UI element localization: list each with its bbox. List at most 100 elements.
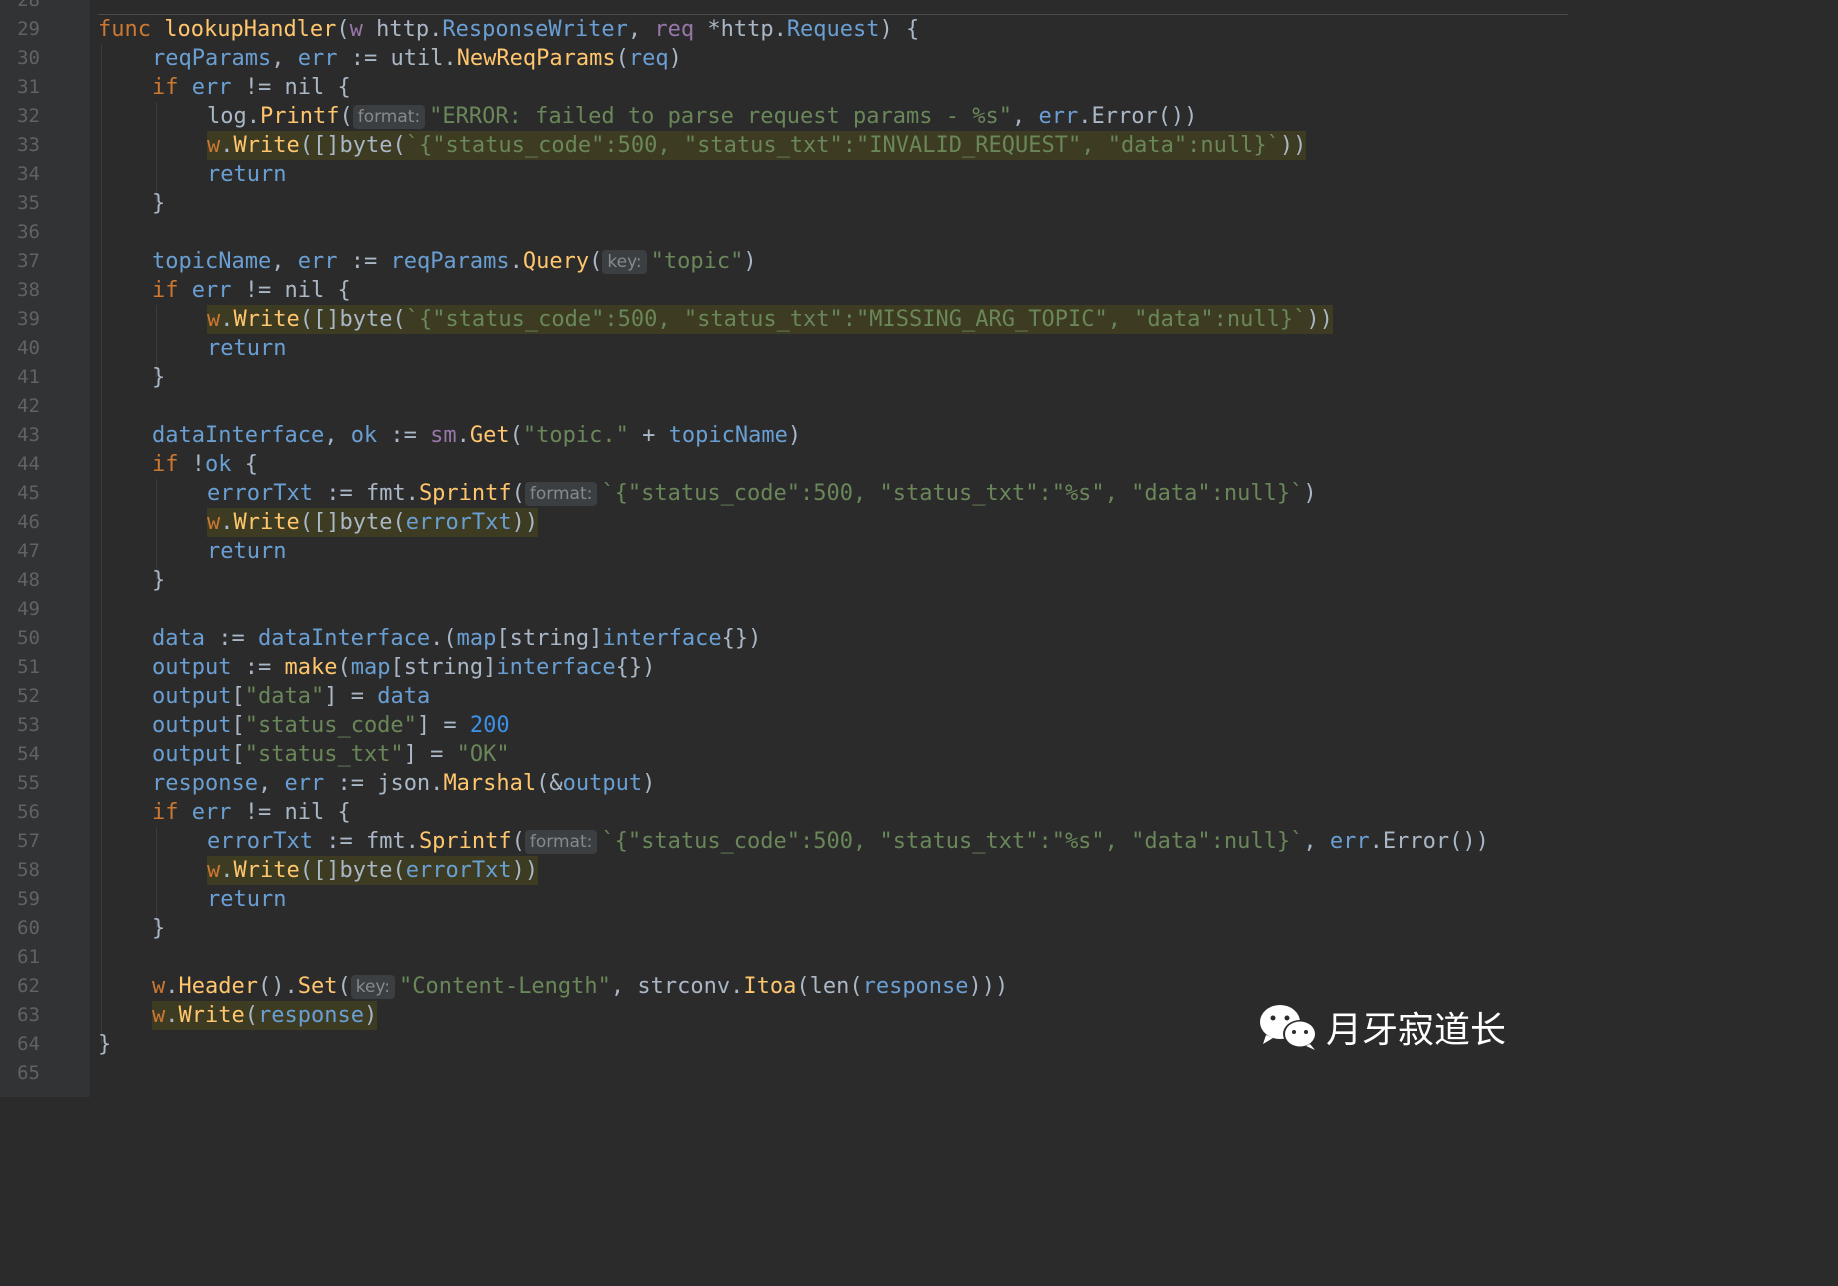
watermark: 月牙寂道长: [1258, 1000, 1506, 1054]
code-line-31[interactable]: if err != nil {: [152, 73, 351, 102]
operator: :=: [377, 423, 431, 448]
code-line-55[interactable]: response, err := json.Marshal(&output): [152, 769, 655, 798]
code-line-46[interactable]: w.Write([]byte(errorTxt)): [207, 508, 539, 537]
code-line-47[interactable]: return: [207, 537, 286, 566]
line-number: 30: [17, 47, 40, 69]
code-line-38[interactable]: if err != nil {: [152, 276, 351, 305]
code-line-29[interactable]: func lookupHandler(w http.ResponseWriter…: [98, 15, 919, 44]
string-literal: "status_code": [244, 713, 417, 738]
punct: }: [152, 191, 166, 216]
code-line-56[interactable]: if err != nil {: [152, 798, 351, 827]
code-line-60[interactable]: }: [152, 914, 165, 943]
code-line-39[interactable]: w.Write([]byte(`{"status_code":500, "sta…: [207, 305, 1333, 334]
line-number: 29: [17, 18, 40, 40]
operator: :=: [337, 249, 391, 274]
keyword: if: [152, 75, 179, 100]
operator: != nil {: [231, 278, 351, 303]
code-line-30[interactable]: reqParams, err := util.NewReqParams(req): [152, 44, 682, 73]
line-number: 60: [17, 917, 40, 939]
variable: errorTxt: [405, 510, 512, 535]
parameter-hint: key:: [350, 975, 395, 999]
punct: .: [220, 858, 234, 883]
line-number: 49: [17, 598, 40, 620]
punct: (: [336, 17, 350, 42]
variable: err: [191, 75, 232, 100]
line-number: 64: [17, 1033, 40, 1055]
code-line-51[interactable]: output := make(map[string]interface{}): [152, 653, 655, 682]
keyword: map: [350, 655, 391, 680]
punct: (: [509, 423, 523, 448]
package: := fmt.: [312, 481, 419, 506]
variable: w: [207, 307, 221, 332]
line-number: 36: [17, 221, 40, 243]
punct: ): [642, 771, 656, 796]
punct: [: [231, 713, 245, 738]
line-number: 55: [17, 772, 40, 794]
variable: errorTxt: [405, 858, 512, 883]
punct: .: [456, 423, 470, 448]
variable: w: [207, 510, 221, 535]
code-line-48[interactable]: }: [152, 566, 165, 595]
code-line-50[interactable]: data := dataInterface.(map[string]interf…: [152, 624, 761, 653]
variable: reqParams: [152, 46, 272, 71]
code-line-37[interactable]: topicName, err := reqParams.Query(key: "t…: [152, 247, 757, 276]
code-line-64[interactable]: }: [98, 1030, 111, 1059]
line-number: 41: [17, 366, 40, 388]
operator: :=: [204, 626, 258, 651]
keyword: if: [152, 452, 179, 477]
variable: response: [152, 771, 258, 796]
code-editor[interactable]: 28 29 30 31 32 33 34 35 36 37 38 39 40 41 42 43 44 45 46 47…: [0, 0, 1568, 1097]
punct: ): [668, 46, 682, 71]
code-line-35[interactable]: }: [152, 189, 165, 218]
line-number: 61: [17, 946, 40, 968]
package: log.: [207, 104, 260, 129]
code-line-41[interactable]: }: [152, 363, 165, 392]
punct: ,: [1303, 829, 1330, 854]
code-line-62[interactable]: w.Header().Set(key: "Content-Length", str…: [152, 972, 1008, 1001]
function-call: Printf: [259, 104, 340, 129]
punct: (: [511, 829, 525, 854]
variable: sm: [430, 423, 457, 448]
punct: )): [1306, 307, 1333, 332]
string-literal: `{"status_code":500, "status_txt":"%s", …: [601, 829, 1304, 854]
variable: errorTxt: [207, 829, 313, 854]
keyword: interface: [496, 655, 616, 680]
code-line-63[interactable]: w.Write(response): [152, 1001, 378, 1030]
operator: != nil {: [231, 800, 351, 825]
code-line-53[interactable]: output["status_code"] = 200: [152, 711, 510, 740]
parameter-hint: format:: [524, 482, 598, 506]
code-line-33[interactable]: w.Write([]byte(`{"status_code":500, "sta…: [207, 131, 1307, 160]
variable: ok: [205, 452, 232, 477]
keyword: map: [456, 626, 497, 651]
code-line-59[interactable]: return: [207, 885, 286, 914]
type: Request: [786, 17, 880, 42]
function-call: Header: [178, 974, 258, 999]
line-number: 57: [17, 830, 40, 852]
variable: data: [152, 626, 205, 651]
code-line-45[interactable]: errorTxt := fmt.Sprintf(format: `{"status…: [207, 479, 1317, 508]
variable: response: [257, 1003, 364, 1028]
code-line-58[interactable]: w.Write([]byte(errorTxt)): [207, 856, 539, 885]
code-line-40[interactable]: return: [207, 334, 286, 363]
param: w: [349, 17, 363, 42]
function-call: Write: [233, 133, 300, 158]
type: ResponseWriter: [442, 17, 628, 42]
punct: (len(: [796, 974, 863, 999]
code-line-57[interactable]: errorTxt := fmt.Sprintf(format: `{"status…: [207, 827, 1489, 856]
line-number: 46: [17, 511, 40, 533]
code-line-32[interactable]: log.Printf(format: "ERROR: failed to pars…: [207, 102, 1197, 131]
string-literal: "Content-Length": [398, 974, 611, 999]
code-line-43[interactable]: dataInterface, ok := sm.Get("topic." + t…: [152, 421, 801, 450]
variable: output: [152, 713, 232, 738]
code-line-54[interactable]: output["status_txt"] = "OK": [152, 740, 510, 769]
code-line-44[interactable]: if !ok {: [152, 450, 258, 479]
code-line-34[interactable]: return: [207, 160, 286, 189]
variable: dataInterface: [257, 626, 431, 651]
code-line-52[interactable]: output["data"] = data: [152, 682, 430, 711]
punct: ,: [271, 46, 298, 71]
line-number: 58: [17, 859, 40, 881]
line-number: 35: [17, 192, 40, 214]
punct: ([]byte(: [299, 510, 406, 535]
